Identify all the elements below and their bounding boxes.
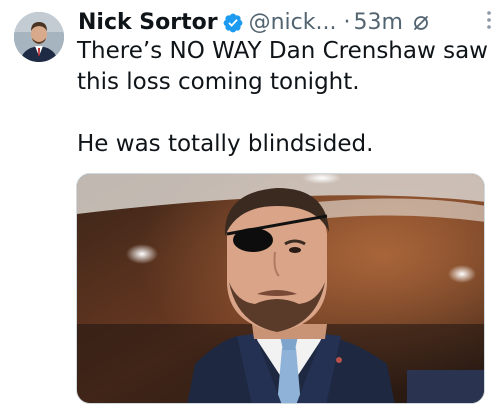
author-handle[interactable]: @nick... (249, 6, 337, 40)
tweet-timestamp[interactable]: 53m (353, 6, 402, 40)
tweet-text-line-2: He was totally blindsided. (77, 131, 374, 157)
user-avatar-icon (14, 12, 64, 62)
tweet-media-photo[interactable] (76, 173, 485, 404)
tweet[interactable]: Nick Sortor @nick... · 53m There’s NO WA… (0, 0, 500, 411)
more-options-icon[interactable] (482, 9, 496, 31)
photo-image (77, 174, 484, 403)
author-name[interactable]: Nick Sortor (78, 6, 218, 40)
tweet-text: There’s NO WAY Dan Crenshaw saw this los… (77, 36, 495, 160)
edited-icon[interactable] (411, 13, 431, 33)
header-separator: · (343, 10, 351, 35)
verified-badge-icon (222, 12, 244, 34)
tweet-text-line-1: There’s NO WAY Dan Crenshaw saw this los… (77, 38, 488, 95)
author-avatar[interactable] (14, 12, 64, 62)
tweet-header: Nick Sortor @nick... · 53m (78, 6, 493, 40)
